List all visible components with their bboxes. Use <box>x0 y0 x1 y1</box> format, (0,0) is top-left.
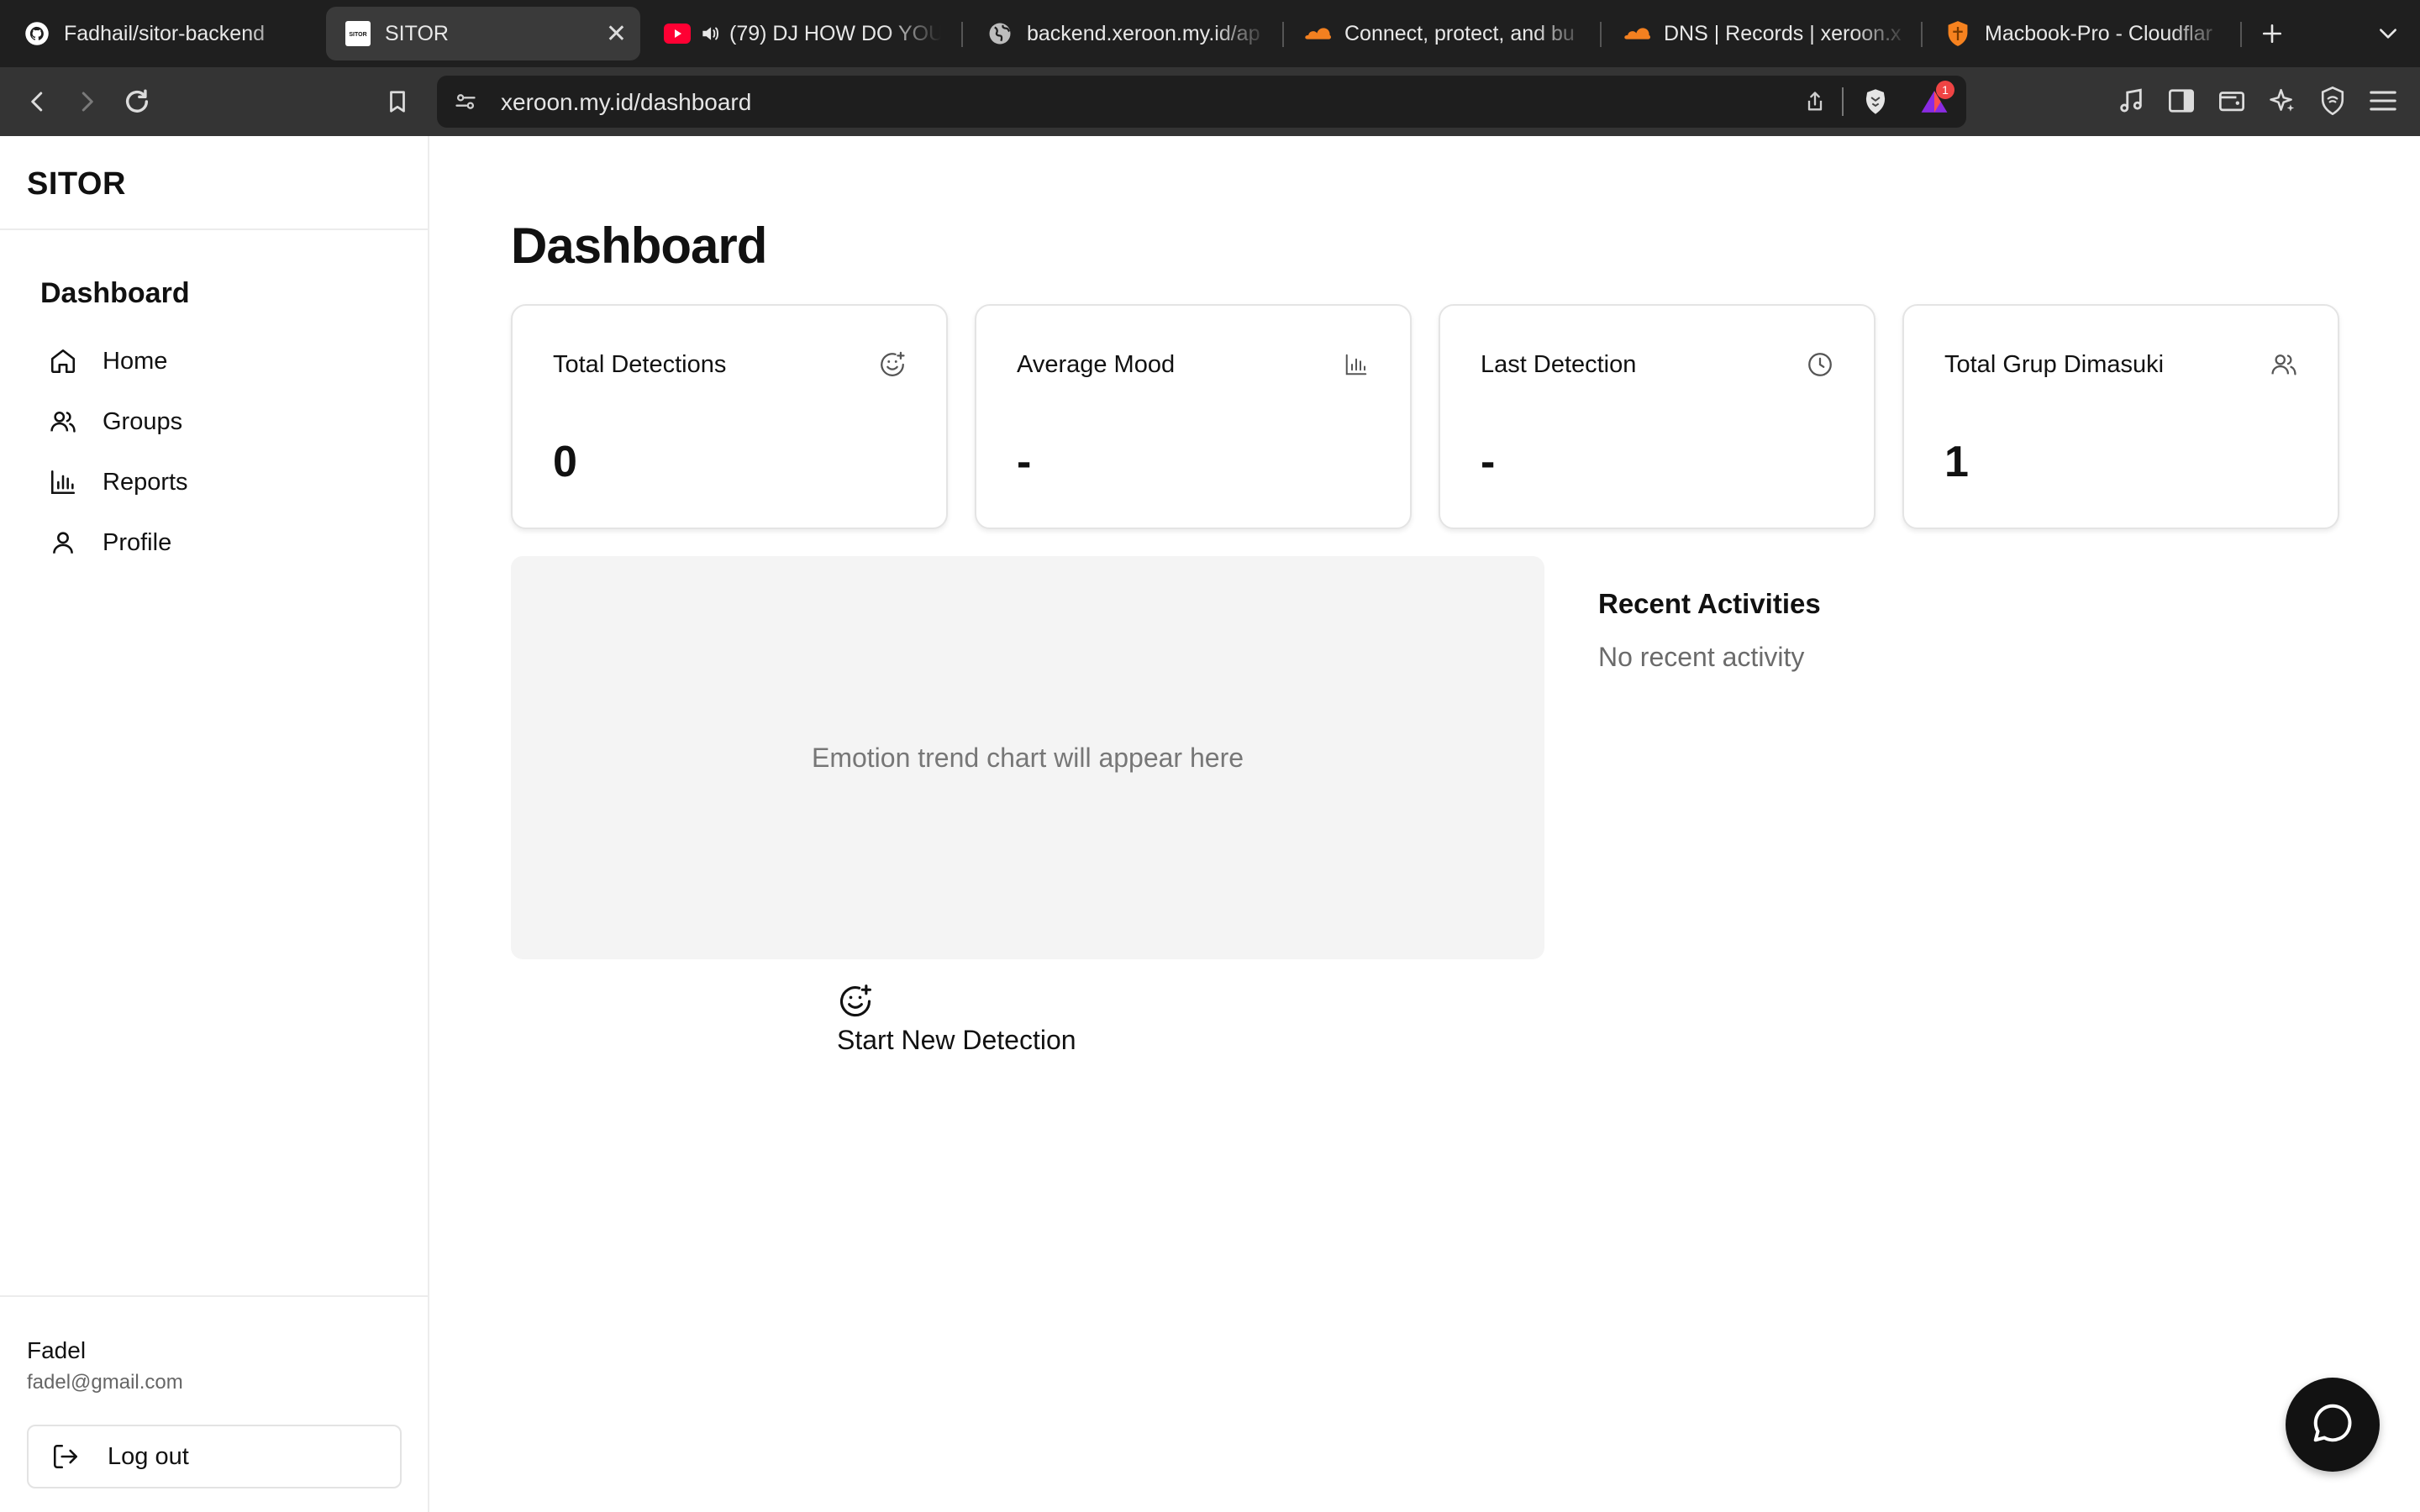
sidebar-item-groups[interactable]: Groups <box>40 396 410 447</box>
tab-separator <box>1282 22 1284 47</box>
stat-label: Average Mood <box>1017 351 1176 378</box>
sidebar-item-label: Groups <box>103 407 183 435</box>
url-text: xeroon.my.id/dashboard <box>501 89 752 115</box>
close-tab-icon[interactable]: ✕ <box>606 19 627 49</box>
tab-youtube[interactable]: (79) DJ HOW DO YOU <box>664 0 941 67</box>
users-icon <box>2267 348 2301 381</box>
plus-icon[interactable] <box>2254 15 2291 52</box>
tab-title: Connect, protect, and bu <box>1344 21 1575 45</box>
tab-title: Fadhail/sitor-backend <box>64 21 266 45</box>
logout-label: Log out <box>108 1442 189 1470</box>
speaker-icon[interactable] <box>699 20 721 47</box>
sidebar-toggle-icon[interactable] <box>2163 82 2200 119</box>
start-new-detection-label: Start New Detection <box>837 1025 1076 1055</box>
cloudflare-icon <box>1623 20 1650 47</box>
sidebar-item-profile[interactable]: Profile <box>40 517 410 568</box>
home-icon <box>44 342 82 381</box>
chat-bubble-icon <box>2310 1400 2355 1450</box>
tab-cloudflare-connect[interactable]: Connect, protect, and bu <box>1304 0 1590 67</box>
stat-card-total-detections: Total Detections 0 <box>511 304 948 529</box>
sidebar-item-label: Profile <box>103 528 172 556</box>
brave-shields-icon[interactable] <box>1857 83 1894 120</box>
tab-sitor[interactable]: SITOR SITOR ✕ <box>326 7 640 60</box>
clock-icon <box>1803 348 1837 381</box>
chart-placeholder-text: Emotion trend chart will appear here <box>811 742 1244 773</box>
stat-label: Last Detection <box>1481 351 1637 378</box>
sitor-favicon-text: SITOR <box>349 32 366 38</box>
browser-tab-bar: Fadhail/sitor-backend SITOR SITOR ✕ (79)… <box>0 0 2420 67</box>
page-title: Dashboard <box>511 218 767 274</box>
stat-value: - <box>1481 438 1496 486</box>
recent-activities-empty: No recent activity <box>1598 642 1805 672</box>
github-icon <box>24 20 50 47</box>
urlbar-separator <box>1842 87 1844 116</box>
bookmark-icon[interactable] <box>378 82 417 121</box>
sidebar-item-home[interactable]: Home <box>40 336 410 386</box>
menu-icon[interactable] <box>2365 82 2402 119</box>
tab-separator <box>1921 22 1923 47</box>
emotion-trend-chart-placeholder: Emotion trend chart will appear here <box>511 556 1544 959</box>
bar-chart-icon <box>44 463 82 501</box>
music-icon[interactable] <box>2112 82 2149 119</box>
tab-separator <box>1600 22 1602 47</box>
user-name: Fadel <box>27 1337 87 1363</box>
stat-value: - <box>1017 438 1032 486</box>
tab-backend[interactable]: backend.xeroon.my.id/ap <box>986 0 1269 67</box>
stat-value: 0 <box>553 438 577 486</box>
tab-title: (79) DJ HOW DO YOU <box>729 21 941 45</box>
stat-card-total-groups: Total Grup Dimasuki 1 <box>1902 304 2339 529</box>
leo-ai-icon[interactable] <box>2264 82 2301 119</box>
wallet-icon[interactable] <box>2213 82 2250 119</box>
tab-title: DNS | Records | xeroon.x <box>1664 21 1902 45</box>
sidebar-heading: Dashboard <box>40 277 190 309</box>
logout-icon <box>49 1440 82 1473</box>
tab-cloudflare-dns[interactable]: DNS | Records | xeroon.x <box>1623 0 1909 67</box>
brand-logo[interactable]: SITOR <box>27 166 126 202</box>
stat-label: Total Grup Dimasuki <box>1944 351 2165 378</box>
sitor-favicon: SITOR <box>345 20 371 47</box>
cloudflare-icon <box>1304 20 1331 47</box>
tab-github[interactable]: Fadhail/sitor-backend <box>24 0 301 67</box>
chat-button[interactable] <box>2286 1378 2380 1472</box>
tab-title: Macbook-Pro - Cloudflar <box>1985 21 2212 45</box>
stat-label: Total Detections <box>553 351 727 378</box>
users-icon <box>44 402 82 441</box>
tab-title: SITOR <box>385 21 449 45</box>
reload-icon[interactable] <box>118 82 156 121</box>
smile-plus-icon <box>837 983 874 1020</box>
user-icon <box>44 523 82 562</box>
site-settings-icon[interactable] <box>447 83 484 120</box>
tab-separator <box>961 22 963 47</box>
sidebar-item-reports[interactable]: Reports <box>40 457 410 507</box>
back-icon[interactable] <box>18 82 57 121</box>
tab-warp[interactable]: Macbook-Pro - Cloudflar <box>1944 0 2227 67</box>
globe-icon <box>986 20 1013 47</box>
logout-button[interactable]: Log out <box>27 1425 402 1488</box>
recent-activities-title: Recent Activities <box>1598 588 1821 619</box>
forward-icon[interactable] <box>67 82 106 121</box>
address-bar[interactable]: xeroon.my.id/dashboard 1 <box>437 76 1966 128</box>
stat-card-last-detection: Last Detection - <box>1439 304 1876 529</box>
bar-chart-icon <box>1339 348 1373 381</box>
vpn-shield-icon[interactable] <box>2314 82 2351 119</box>
sidebar: SITOR Dashboard Home Groups Reports Prof… <box>0 136 429 1512</box>
youtube-icon <box>664 20 691 47</box>
stat-value: 1 <box>1944 438 1969 486</box>
tab-separator <box>2240 22 2242 47</box>
warp-shield-icon <box>1944 20 1971 47</box>
smile-plus-icon <box>876 348 909 381</box>
start-new-detection-button[interactable]: Start New Detection <box>837 983 1106 1067</box>
user-email: fadel@gmail.com <box>27 1371 183 1394</box>
sidebar-item-label: Home <box>103 347 168 375</box>
share-icon[interactable] <box>1797 83 1833 120</box>
divider <box>0 228 428 230</box>
sidebar-item-label: Reports <box>103 468 188 496</box>
chevron-down-icon[interactable] <box>2370 15 2407 52</box>
divider <box>0 1295 428 1297</box>
rewards-badge: 1 <box>1936 81 1954 99</box>
tab-title: backend.xeroon.my.id/ap <box>1027 21 1260 45</box>
stat-card-average-mood: Average Mood - <box>975 304 1412 529</box>
